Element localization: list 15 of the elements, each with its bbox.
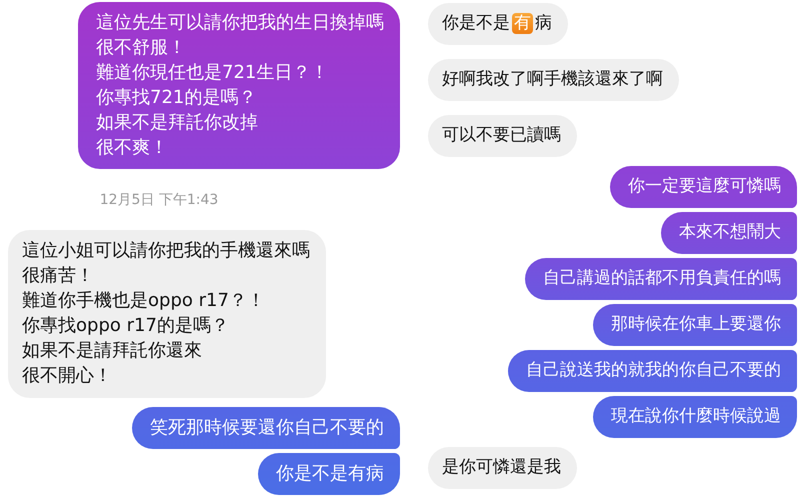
timestamp: 12月5日 下午1:43: [100, 191, 218, 209]
message-bubble: 你是不是有病: [258, 453, 400, 495]
message-bubble: 好啊我改了啊手機該還來了啊: [428, 59, 679, 101]
message-bubble: 這位小姐可以請你把我的手機還來嗎 很痛苦！ 難道你手機也是oppo r17？！ 你專找oppo r17的是嗎？ 如果不是請拜託你還來 很不開心！: [8, 230, 326, 398]
message-bubble: 可以不要已讀嗎: [428, 115, 577, 157]
message-bubble: 現在說你什麼時候說過: [593, 396, 797, 438]
message-bubble: 本來不想鬧大: [661, 212, 797, 254]
message-bubble: 笑死那時候要還你自己不要的: [132, 407, 400, 449]
message-bubble: 你一定要這麼可憐嗎: [610, 166, 797, 208]
message-bubble: 自己講過的話都不用負責任的嗎: [525, 258, 797, 300]
message-bubble: 自己說送我的就我的你自己不要的: [508, 350, 797, 392]
message-bubble: 這位先生可以請你把我的生日換掉嗎 很不舒服！ 難道你現任也是721生日？！ 你專找721的是嗎？ 如果不是拜託你改掉 很不爽！: [78, 2, 400, 169]
message-bubble: 那時候在你車上要還你: [593, 304, 797, 346]
message-bubble: 你是不是 有 病: [428, 3, 568, 45]
message-bubble: 是你可憐還是我: [428, 447, 577, 489]
